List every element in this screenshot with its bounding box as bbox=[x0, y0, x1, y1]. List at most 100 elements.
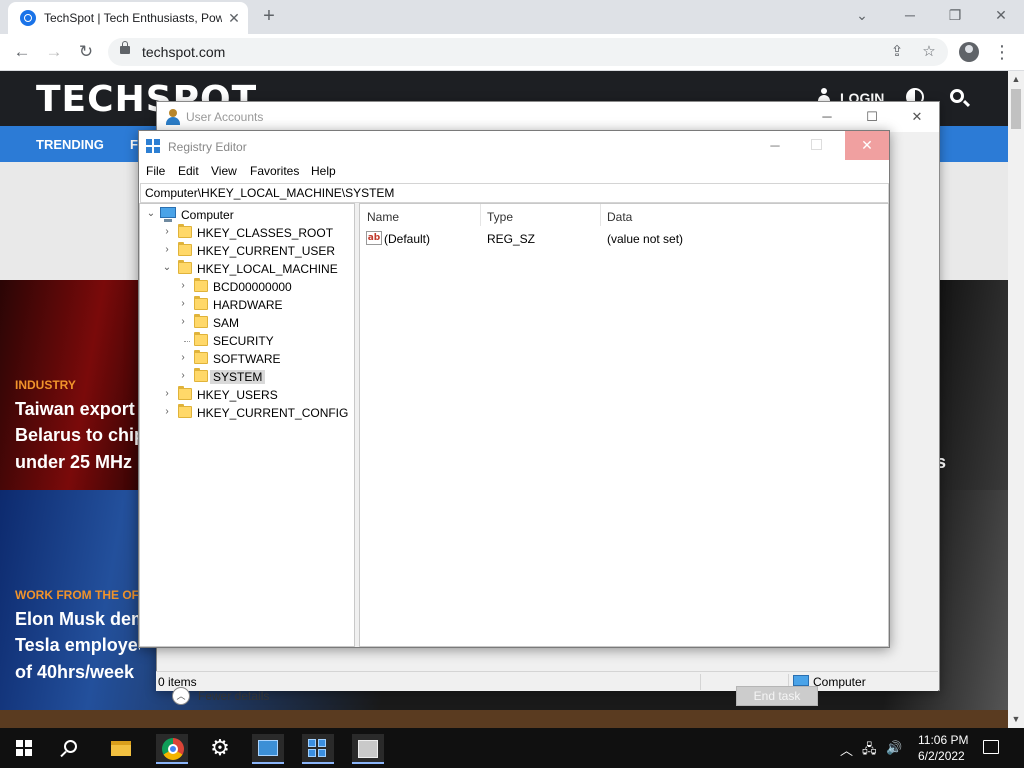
browser-menu-icon[interactable]: ⋮ bbox=[992, 40, 1012, 64]
new-tab-button[interactable]: + bbox=[258, 6, 280, 28]
registry-address-bar[interactable]: Computer\HKEY_LOCAL_MACHINE\SYSTEM bbox=[140, 183, 889, 203]
column-header-name[interactable]: Name bbox=[367, 210, 399, 224]
registry-values-pane[interactable]: Name Type Data ab (Default) REG_SZ (valu… bbox=[359, 203, 889, 647]
windows-start-icon[interactable] bbox=[16, 740, 32, 756]
expand-chevron-icon[interactable]: › bbox=[177, 352, 189, 364]
expand-chevron-icon[interactable]: › bbox=[177, 316, 189, 328]
site-search-icon[interactable] bbox=[950, 89, 964, 103]
collapse-chevron-icon[interactable]: ⌄ bbox=[145, 208, 157, 220]
back-button[interactable]: ← bbox=[10, 40, 34, 64]
column-divider[interactable] bbox=[480, 204, 481, 226]
taskbar-file-explorer[interactable] bbox=[104, 734, 136, 764]
bookmark-star-icon[interactable]: ☆ bbox=[918, 41, 940, 63]
tree-node-software[interactable]: › SOFTWARE bbox=[140, 350, 354, 368]
menu-edit[interactable]: Edit bbox=[178, 164, 199, 178]
profile-avatar-icon[interactable] bbox=[959, 42, 979, 62]
scroll-down-arrow-icon[interactable]: ▼ bbox=[1008, 711, 1024, 727]
techspot-favicon-icon bbox=[20, 10, 36, 26]
registry-value-row[interactable]: ab (Default) REG_SZ (value not set) bbox=[360, 230, 888, 248]
registry-minimize-button[interactable]: ─ bbox=[761, 135, 789, 157]
menu-help[interactable]: Help bbox=[311, 164, 336, 178]
tree-node-hklm[interactable]: ⌄ HKEY_LOCAL_MACHINE bbox=[140, 260, 354, 278]
nav-item-2[interactable]: F bbox=[130, 137, 138, 152]
tab-close-icon[interactable]: ✕ bbox=[226, 10, 242, 26]
registry-tree-pane[interactable]: ⌄ Computer › HKEY_CLASSES_ROOT › HKEY_CU… bbox=[139, 203, 355, 647]
user-accounts-minimize-button[interactable]: ─ bbox=[813, 106, 841, 128]
tree-node-system[interactable]: › SYSTEM bbox=[140, 368, 354, 386]
story-title-line[interactable]: of 40hrs/week in bbox=[15, 659, 140, 686]
menu-favorites[interactable]: Favorites bbox=[250, 164, 299, 178]
fewer-details-link[interactable]: Fewer details bbox=[198, 689, 269, 703]
tree-node-hkcc[interactable]: › HKEY_CURRENT_CONFIG bbox=[140, 404, 354, 422]
menu-file[interactable]: File bbox=[146, 164, 165, 178]
browser-tab-techspot[interactable]: TechSpot | Tech Enthusiasts, Pow ✕ bbox=[8, 2, 248, 34]
taskbar-control-panel[interactable] bbox=[252, 734, 284, 764]
taskbar-registry-editor[interactable] bbox=[302, 734, 334, 764]
expand-chevron-icon[interactable]: › bbox=[161, 406, 173, 418]
user-accounts-titlebar[interactable]: User Accounts ─ ☐ ✕ bbox=[157, 102, 939, 132]
clock-time[interactable]: 11:06 PM bbox=[918, 733, 968, 747]
taskbar-settings[interactable]: ⚙ bbox=[204, 734, 236, 764]
scroll-up-arrow-icon[interactable]: ▲ bbox=[1008, 71, 1024, 87]
notification-center-icon[interactable] bbox=[983, 740, 999, 754]
windows-taskbar: ⚙ ︿ 🖧 🔊 11:06 PM 6/2/2022 bbox=[0, 728, 1024, 768]
browser-minimize-button[interactable]: ─ bbox=[898, 4, 922, 26]
registry-maximize-button[interactable] bbox=[811, 139, 822, 150]
expand-chevron-icon[interactable]: › bbox=[177, 280, 189, 292]
tree-node-security[interactable]: SECURITY bbox=[140, 332, 354, 350]
clock-date[interactable]: 6/2/2022 bbox=[918, 749, 965, 763]
forward-button[interactable]: → bbox=[42, 40, 66, 64]
user-accounts-close-button[interactable]: ✕ bbox=[903, 106, 931, 128]
column-divider[interactable] bbox=[600, 204, 601, 226]
tree-node-hkcu[interactable]: › HKEY_CURRENT_USER bbox=[140, 242, 354, 260]
expand-chevron-icon[interactable]: › bbox=[177, 298, 189, 310]
story-title-line[interactable]: Belarus to chips bbox=[15, 422, 140, 449]
share-icon[interactable]: ⇪ bbox=[886, 41, 908, 63]
expand-chevron-icon[interactable]: › bbox=[161, 244, 173, 256]
column-header-data[interactable]: Data bbox=[607, 210, 632, 224]
expand-chevron-icon[interactable]: › bbox=[161, 388, 173, 400]
story-title-line[interactable]: Tesla employees bbox=[15, 632, 140, 659]
page-scrollbar[interactable]: ▲ ▼ bbox=[1008, 71, 1024, 728]
user-accounts-icon bbox=[165, 109, 181, 125]
tree-node-hardware[interactable]: › HARDWARE bbox=[140, 296, 354, 314]
string-value-icon: ab bbox=[366, 231, 382, 245]
volume-icon[interactable]: 🔊 bbox=[886, 740, 902, 756]
tab-search-chevron-icon[interactable]: ⌄ bbox=[850, 4, 874, 26]
end-task-button[interactable]: End task bbox=[736, 686, 818, 706]
story-tag[interactable]: INDUSTRY bbox=[15, 378, 76, 392]
taskbar-user-accounts[interactable] bbox=[352, 734, 384, 764]
reload-button[interactable]: ↻ bbox=[74, 40, 98, 64]
registry-editor-titlebar[interactable]: Registry Editor ─ ✕ bbox=[139, 131, 889, 161]
scroll-thumb[interactable] bbox=[1011, 89, 1021, 129]
browser-close-button[interactable]: ✕ bbox=[989, 4, 1013, 26]
tray-overflow-chevron-icon[interactable]: ︿ bbox=[840, 740, 853, 759]
registry-close-button[interactable]: ✕ bbox=[845, 131, 889, 160]
tree-node-computer[interactable]: ⌄ Computer bbox=[140, 206, 354, 224]
story-title-line[interactable]: Elon Musk dem bbox=[15, 606, 140, 633]
story-title-line[interactable]: Taiwan export b bbox=[15, 396, 140, 423]
tree-node-hku[interactable]: › HKEY_USERS bbox=[140, 386, 354, 404]
folder-icon bbox=[178, 242, 192, 256]
fewer-details-chevron-icon[interactable]: ︿ bbox=[172, 687, 190, 705]
column-header-type[interactable]: Type bbox=[487, 210, 513, 224]
menu-view[interactable]: View bbox=[211, 164, 237, 178]
user-accounts-maximize-button[interactable]: ☐ bbox=[858, 106, 886, 128]
taskbar-search-icon[interactable] bbox=[64, 740, 77, 753]
folder-icon bbox=[194, 278, 208, 292]
network-icon[interactable]: 🖧 bbox=[862, 740, 877, 762]
story-tag[interactable]: WORK FROM THE OFFI bbox=[15, 588, 150, 602]
collapse-chevron-icon[interactable]: ⌄ bbox=[161, 262, 173, 274]
address-bar[interactable]: techspot.com ⇪ ☆ bbox=[108, 38, 948, 66]
user-accounts-taskbar-icon bbox=[358, 740, 378, 758]
tree-node-sam[interactable]: › SAM bbox=[140, 314, 354, 332]
taskbar-chrome[interactable] bbox=[156, 734, 188, 764]
tree-node-bcd[interactable]: › BCD00000000 bbox=[140, 278, 354, 296]
expand-chevron-icon[interactable]: › bbox=[177, 370, 189, 382]
nav-item-trending[interactable]: TRENDING bbox=[36, 137, 104, 152]
browser-restore-button[interactable]: ❐ bbox=[943, 4, 967, 26]
tree-node-hkcr[interactable]: › HKEY_CLASSES_ROOT bbox=[140, 224, 354, 242]
lock-icon[interactable] bbox=[120, 41, 130, 54]
expand-chevron-icon[interactable]: › bbox=[161, 226, 173, 238]
story-title-line[interactable]: under 25 MHz bbox=[15, 449, 140, 476]
